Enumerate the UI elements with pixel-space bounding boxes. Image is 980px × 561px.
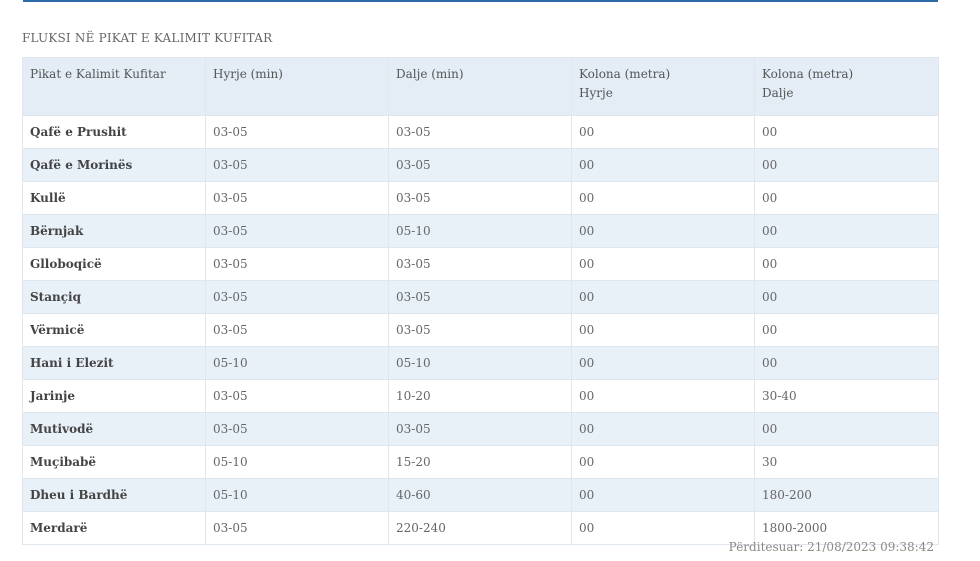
table-row: Glloboqicë 03-05 03-05 00 00 [22, 247, 939, 281]
queue-exit-cell: 30 [754, 445, 939, 479]
top-tab-bar [23, 0, 938, 2]
crossing-point-cell: Hani i Elezit [22, 346, 206, 380]
table-row: Qafë e Prushit 03-05 03-05 00 00 [22, 115, 939, 149]
queue-exit-cell: 00 [754, 148, 939, 182]
table-row: Qafë e Morinës 03-05 03-05 00 00 [22, 148, 939, 182]
crossing-point-cell: Glloboqicë [22, 247, 206, 281]
queue-exit-cell: 00 [754, 346, 939, 380]
entry-time-cell: 03-05 [205, 412, 389, 446]
table-row: Muçibabë 05-10 15-20 00 30 [22, 445, 939, 479]
queue-entry-cell: 00 [571, 181, 755, 215]
queue-entry-cell: 00 [571, 148, 755, 182]
column-header-entry-min[interactable]: Hyrje (min) [205, 57, 389, 116]
exit-time-cell: 03-05 [388, 280, 572, 314]
exit-time-cell: 220-240 [388, 511, 572, 545]
border-flux-table: Pikat e Kalimit Kufitar Hyrje (min) Dalj… [22, 57, 939, 545]
queue-exit-cell: 00 [754, 247, 939, 281]
entry-time-cell: 03-05 [205, 247, 389, 281]
queue-exit-cell: 00 [754, 412, 939, 446]
table-row: Jarinje 03-05 10-20 00 30-40 [22, 379, 939, 413]
exit-time-cell: 05-10 [388, 214, 572, 248]
queue-entry-cell: 00 [571, 445, 755, 479]
entry-time-cell: 05-10 [205, 346, 389, 380]
crossing-point-cell: Qafë e Prushit [22, 115, 206, 149]
crossing-point-cell: Jarinje [22, 379, 206, 413]
exit-time-cell: 03-05 [388, 313, 572, 347]
entry-time-cell: 03-05 [205, 511, 389, 545]
table-row: Mutivodë 03-05 03-05 00 00 [22, 412, 939, 446]
queue-exit-cell: 180-200 [754, 478, 939, 512]
queue-entry-cell: 00 [571, 412, 755, 446]
exit-time-cell: 03-05 [388, 148, 572, 182]
crossing-point-cell: Vërmicë [22, 313, 206, 347]
crossing-point-cell: Dheu i Bardhë [22, 478, 206, 512]
entry-time-cell: 05-10 [205, 478, 389, 512]
entry-time-cell: 03-05 [205, 181, 389, 215]
column-header-crossing-point[interactable]: Pikat e Kalimit Kufitar [22, 57, 206, 116]
queue-entry-cell: 00 [571, 214, 755, 248]
queue-exit-cell: 30-40 [754, 379, 939, 413]
entry-time-cell: 03-05 [205, 313, 389, 347]
table-row: Vërmicë 03-05 03-05 00 00 [22, 313, 939, 347]
queue-exit-cell: 00 [754, 214, 939, 248]
queue-entry-cell: 00 [571, 280, 755, 314]
entry-time-cell: 03-05 [205, 280, 389, 314]
queue-exit-cell: 00 [754, 313, 939, 347]
crossing-point-cell: Qafë e Morinës [22, 148, 206, 182]
last-updated-timestamp: Përditesuar: 21/08/2023 09:38:42 [728, 540, 934, 554]
table-row: Hani i Elezit 05-10 05-10 00 00 [22, 346, 939, 380]
section-title: FLUKSI NË PIKAT E KALIMIT KUFITAR [22, 31, 273, 45]
column-header-queue-exit[interactable]: Kolona (metra) Dalje [754, 57, 939, 116]
table-row: Kullë 03-05 03-05 00 00 [22, 181, 939, 215]
entry-time-cell: 05-10 [205, 445, 389, 479]
queue-entry-cell: 00 [571, 247, 755, 281]
exit-time-cell: 40-60 [388, 478, 572, 512]
queue-entry-cell: 00 [571, 379, 755, 413]
crossing-point-cell: Mutivodë [22, 412, 206, 446]
exit-time-cell: 05-10 [388, 346, 572, 380]
entry-time-cell: 03-05 [205, 115, 389, 149]
queue-entry-cell: 00 [571, 511, 755, 545]
table-header-row: Pikat e Kalimit Kufitar Hyrje (min) Dalj… [22, 57, 939, 116]
exit-time-cell: 15-20 [388, 445, 572, 479]
queue-exit-cell: 00 [754, 181, 939, 215]
exit-time-cell: 03-05 [388, 181, 572, 215]
active-tab-indicator[interactable] [23, 0, 138, 2]
queue-entry-cell: 00 [571, 478, 755, 512]
exit-time-cell: 10-20 [388, 379, 572, 413]
crossing-point-cell: Bërnjak [22, 214, 206, 248]
table-row: Stançiq 03-05 03-05 00 00 [22, 280, 939, 314]
crossing-point-cell: Stançiq [22, 280, 206, 314]
crossing-point-cell: Muçibabë [22, 445, 206, 479]
table-row: Dheu i Bardhë 05-10 40-60 00 180-200 [22, 478, 939, 512]
queue-entry-cell: 00 [571, 115, 755, 149]
exit-time-cell: 03-05 [388, 412, 572, 446]
column-header-exit-min[interactable]: Dalje (min) [388, 57, 572, 116]
exit-time-cell: 03-05 [388, 247, 572, 281]
crossing-point-cell: Kullë [22, 181, 206, 215]
queue-exit-cell: 00 [754, 280, 939, 314]
queue-entry-cell: 00 [571, 313, 755, 347]
entry-time-cell: 03-05 [205, 214, 389, 248]
queue-entry-cell: 00 [571, 346, 755, 380]
table-row: Bërnjak 03-05 05-10 00 00 [22, 214, 939, 248]
queue-exit-cell: 00 [754, 115, 939, 149]
column-header-queue-entry[interactable]: Kolona (metra) Hyrje [571, 57, 755, 116]
entry-time-cell: 03-05 [205, 379, 389, 413]
entry-time-cell: 03-05 [205, 148, 389, 182]
exit-time-cell: 03-05 [388, 115, 572, 149]
crossing-point-cell: Merdarë [22, 511, 206, 545]
